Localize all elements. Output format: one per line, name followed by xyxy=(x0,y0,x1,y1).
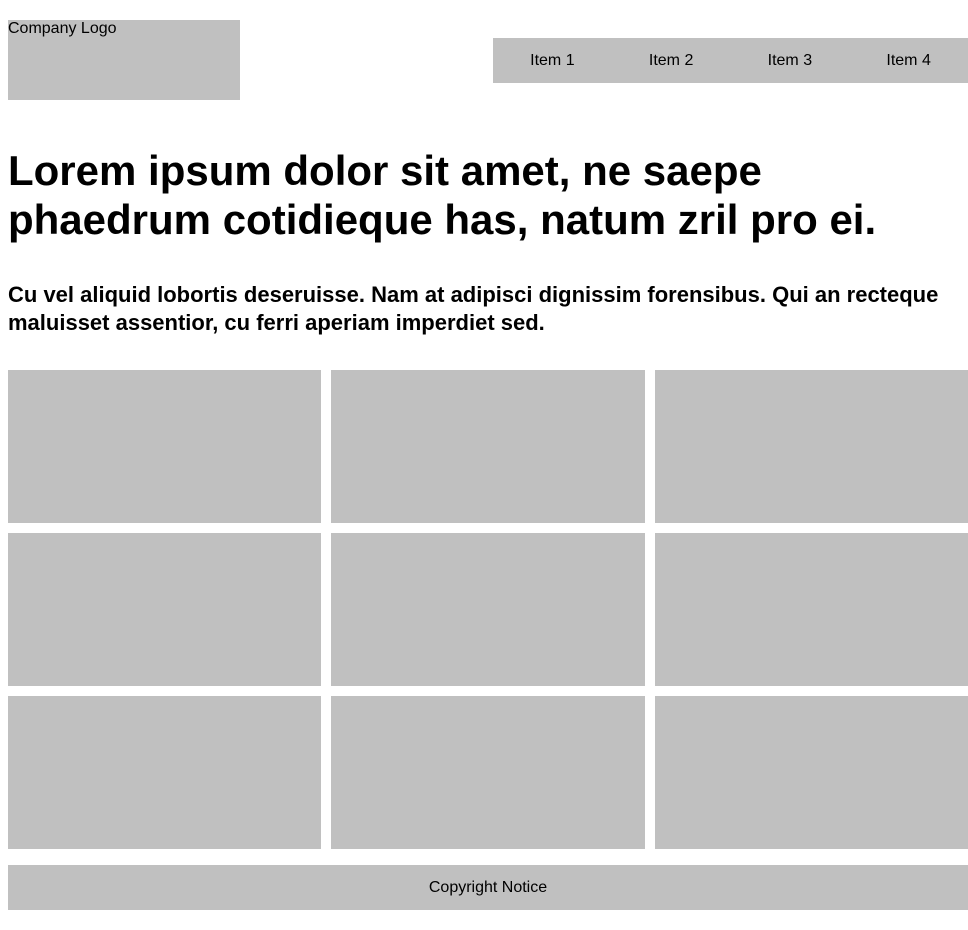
grid-tile-7 xyxy=(8,696,321,849)
grid-tile-3 xyxy=(655,370,968,523)
grid-tile-5 xyxy=(331,533,645,686)
grid-tile-2 xyxy=(331,370,645,523)
grid-tile-1 xyxy=(8,370,321,523)
grid-tile-9 xyxy=(655,696,968,849)
company-logo[interactable]: Company Logo xyxy=(8,20,240,100)
nav-item-1[interactable]: Item 1 xyxy=(493,52,612,70)
grid-tile-4 xyxy=(8,533,321,686)
nav-item-3[interactable]: Item 3 xyxy=(731,52,850,70)
main-nav: Item 1 Item 2 Item 3 Item 4 xyxy=(493,38,968,83)
nav-item-2[interactable]: Item 2 xyxy=(612,52,731,70)
content-grid xyxy=(8,370,968,849)
page-subheadline: Cu vel aliquid lobortis deseruisse. Nam … xyxy=(8,282,939,335)
page-headline: Lorem ipsum dolor sit amet, ne saepe pha… xyxy=(8,147,877,243)
nav-item-4[interactable]: Item 4 xyxy=(849,52,968,70)
copyright-notice: Copyright Notice xyxy=(428,878,548,896)
grid-tile-6 xyxy=(655,533,968,686)
grid-tile-8 xyxy=(331,696,645,849)
company-logo-text: Company Logo xyxy=(8,20,117,37)
page-footer: Copyright Notice xyxy=(8,865,968,910)
